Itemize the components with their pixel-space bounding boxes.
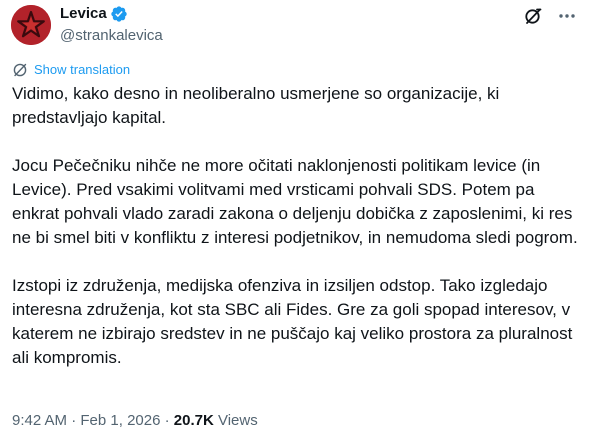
red-star-logo-icon xyxy=(11,5,51,45)
header-actions xyxy=(523,6,577,26)
views-count: 20.7K xyxy=(173,412,214,429)
author-info: Levica @strankalevica xyxy=(60,3,163,46)
tweet-text: Vidimo, kako desno in neoliberalno usmer… xyxy=(12,82,582,370)
tweet-date[interactable]: Feb 1, 2026 xyxy=(80,412,160,429)
show-translation-link[interactable]: Show translation xyxy=(12,62,130,78)
author-handle[interactable]: @strankalevica xyxy=(60,26,163,46)
verified-badge-icon xyxy=(110,5,128,23)
grok-icon[interactable] xyxy=(523,6,543,26)
tweet-time[interactable]: 9:42 AM xyxy=(12,412,67,429)
tweet-paragraph: Jocu Pečečniku nihče ne more očitati nak… xyxy=(12,156,578,247)
show-translation-label: Show translation xyxy=(34,62,131,77)
meta-separator: · xyxy=(67,412,81,429)
translate-icon xyxy=(12,62,28,78)
more-options-icon[interactable] xyxy=(557,6,577,26)
tweet-paragraph: Izstopi iz združenja, medijska ofenziva … xyxy=(12,276,573,367)
tweet-paragraph: Vidimo, kako desno in neoliberalno usmer… xyxy=(12,84,500,127)
tweet: Levica @strankalevica Show translation V… xyxy=(0,0,591,432)
avatar[interactable] xyxy=(11,5,51,45)
views-label: Views xyxy=(213,412,258,429)
tweet-meta: 9:42 AM · Feb 1, 2026 · 20.7K Views xyxy=(12,411,258,431)
meta-separator: · xyxy=(160,412,174,429)
author-display-name[interactable]: Levica xyxy=(60,4,107,24)
